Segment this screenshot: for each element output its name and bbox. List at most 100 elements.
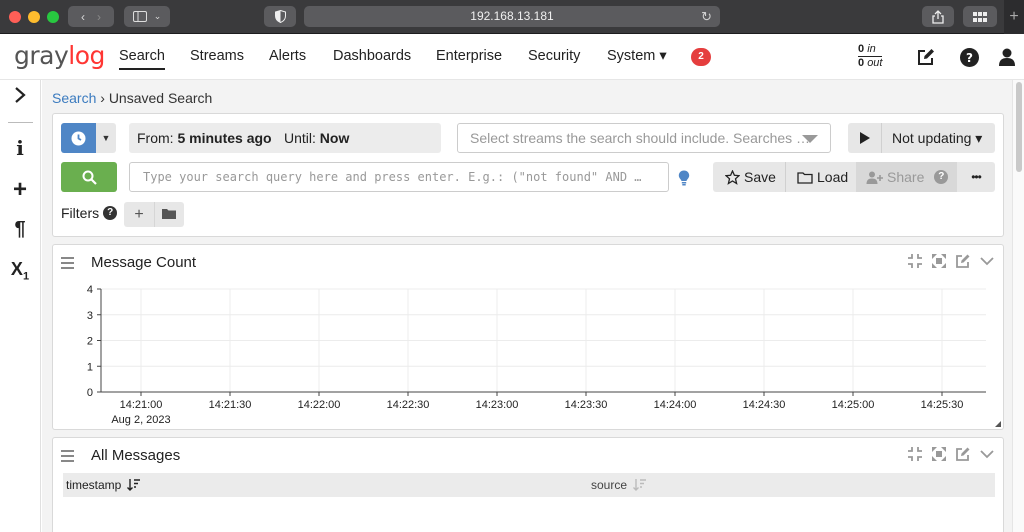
nav-item-search[interactable]: Search — [119, 48, 165, 70]
reload-icon[interactable]: ↻ — [701, 6, 712, 27]
streams-select[interactable]: Select streams the search should include… — [457, 123, 831, 153]
breadcrumb: Search › Unsaved Search — [52, 90, 212, 106]
add-filter-icon[interactable]: + — [124, 202, 154, 227]
x-date-label: Aug 2, 2023 — [111, 414, 170, 426]
scrollbar-thumb[interactable] — [1016, 82, 1022, 172]
play-icon[interactable] — [860, 132, 870, 144]
new-tab-button[interactable]: + — [1004, 0, 1024, 34]
share-page-button[interactable] — [922, 6, 954, 27]
edit-icon[interactable] — [915, 46, 937, 68]
y-tick-label: 4 — [87, 284, 93, 296]
x-tick-label: 14:25:00 — [832, 399, 875, 411]
breadcrumb-current: Unsaved Search — [108, 90, 213, 106]
nav-item-alerts[interactable]: Alerts — [269, 48, 306, 64]
nav-item-security[interactable]: Security — [528, 48, 580, 64]
column-header-timestamp[interactable]: timestamp — [66, 473, 141, 497]
time-range-display[interactable]: From: 5 minutes ago Until: Now — [129, 123, 441, 153]
tab-overview-button[interactable] — [963, 6, 997, 27]
drag-handle-icon[interactable] — [61, 257, 74, 272]
nav-item-system[interactable]: System ▾ — [607, 48, 667, 64]
all-messages-widget: All Messages timestamp source — [52, 437, 1004, 532]
message-count-widget: Message Count 0 1 2 3 4 14:21:00 14:21:30 14:22… — [52, 244, 1004, 430]
x-tick-label: 14:21:30 — [209, 399, 252, 411]
star-icon — [725, 169, 740, 185]
main-content: Search › Unsaved Search ▼ From: 5 minute… — [42, 80, 1012, 532]
search-button[interactable] — [61, 162, 117, 192]
user-icon[interactable] — [996, 46, 1018, 68]
query-placeholder: Type your search query here and press en… — [143, 170, 642, 184]
more-actions-button[interactable]: ••• — [957, 162, 995, 192]
sidebar-icon — [132, 11, 147, 22]
browser-toolbar: ‹ › ⌄ 192.168.13.181 ↻ + — [0, 0, 1024, 34]
folder-icon — [797, 171, 813, 184]
close-window-button[interactable] — [9, 11, 21, 23]
drag-handle-icon[interactable] — [61, 450, 74, 465]
search-query-input[interactable]: Type your search query here and press en… — [129, 162, 669, 192]
widget-title: Message Count — [91, 254, 197, 271]
back-icon[interactable]: ‹ — [81, 10, 85, 24]
url-text: 192.168.13.181 — [470, 9, 554, 23]
y-tick-label: 3 — [87, 310, 93, 322]
compress-icon[interactable] — [907, 446, 923, 462]
refresh-controls[interactable]: Not updating ▾ — [848, 123, 995, 153]
share-help-icon[interactable]: ? — [934, 170, 949, 184]
parameters-icon[interactable]: X1 — [0, 259, 40, 283]
forward-icon[interactable]: › — [97, 10, 101, 24]
load-search-button[interactable]: Load — [797, 162, 848, 192]
expand-sidebar-icon[interactable] — [0, 86, 40, 110]
page-scrollbar[interactable] — [1012, 80, 1024, 532]
chevron-down-icon[interactable] — [979, 446, 995, 462]
sort-icon[interactable] — [633, 479, 647, 491]
message-count-chart: 0 1 2 3 4 14:21:00 14:21:30 14:22:00 14:22:30 14:… — [87, 284, 986, 426]
address-bar[interactable]: 192.168.13.181 ↻ — [304, 6, 720, 27]
search-actions-group: Save Load Share ? ••• — [713, 162, 995, 192]
minimize-window-button[interactable] — [28, 11, 40, 23]
edit-widget-icon[interactable] — [955, 253, 971, 269]
expand-icon[interactable] — [931, 446, 947, 462]
throughput-indicator[interactable]: 0 in 0 out — [858, 43, 883, 70]
save-search-button[interactable]: Save — [725, 162, 776, 192]
help-icon[interactable]: ? — [958, 46, 980, 68]
time-range-caret[interactable]: ▼ — [96, 123, 116, 153]
lightbulb-icon[interactable] — [678, 170, 690, 189]
x-tick-label: 14:24:00 — [654, 399, 697, 411]
sort-desc-icon[interactable] — [127, 479, 141, 491]
breadcrumb-search-link[interactable]: Search — [52, 90, 96, 106]
zoom-window-button[interactable] — [47, 11, 59, 23]
folder-icon[interactable] — [154, 208, 184, 219]
time-range-type-button[interactable] — [61, 123, 96, 153]
refresh-interval-dropdown[interactable]: Not updating ▾ — [892, 123, 982, 153]
back-forward-buttons[interactable]: ‹ › — [68, 6, 114, 27]
chevron-down-icon — [802, 135, 818, 143]
share-search-button[interactable]: Share ? — [856, 162, 957, 192]
nav-item-enterprise[interactable]: Enterprise — [436, 48, 502, 64]
chevron-down-icon[interactable] — [979, 253, 995, 269]
filters-help-icon[interactable]: ? — [103, 206, 118, 220]
info-icon[interactable]: i — [0, 136, 40, 160]
edit-widget-icon[interactable] — [955, 446, 971, 462]
shield-icon — [274, 10, 286, 23]
nav-item-streams[interactable]: Streams — [190, 48, 244, 64]
nav-item-dashboards[interactable]: Dashboards — [333, 48, 411, 64]
from-value: 5 minutes ago — [177, 130, 272, 146]
pilcrow-icon[interactable]: ¶ — [0, 218, 40, 241]
graylog-logo[interactable]: graylog — [14, 41, 105, 70]
x-tick-label: 14:21:00 — [120, 399, 163, 411]
clock-icon — [71, 131, 86, 145]
notification-badge[interactable]: 2 — [691, 48, 711, 66]
until-value: Now — [319, 130, 350, 146]
add-widget-icon[interactable]: + — [0, 176, 40, 204]
expand-icon[interactable] — [931, 253, 947, 269]
widget-actions — [907, 253, 995, 269]
filters-label: Filters ? — [61, 205, 118, 221]
x-tick-label: 14:23:30 — [565, 399, 608, 411]
compress-icon[interactable] — [907, 253, 923, 269]
search-icon — [82, 170, 97, 185]
streams-placeholder: Select streams the search should include… — [470, 130, 811, 146]
privacy-shield-button[interactable] — [264, 6, 296, 27]
messages-table-header: timestamp source — [63, 473, 995, 497]
column-header-source[interactable]: source — [591, 473, 647, 497]
sidebar-toggle-button[interactable]: ⌄ — [124, 6, 170, 27]
resize-handle-icon[interactable] — [995, 421, 1001, 427]
share-icon — [932, 9, 944, 24]
